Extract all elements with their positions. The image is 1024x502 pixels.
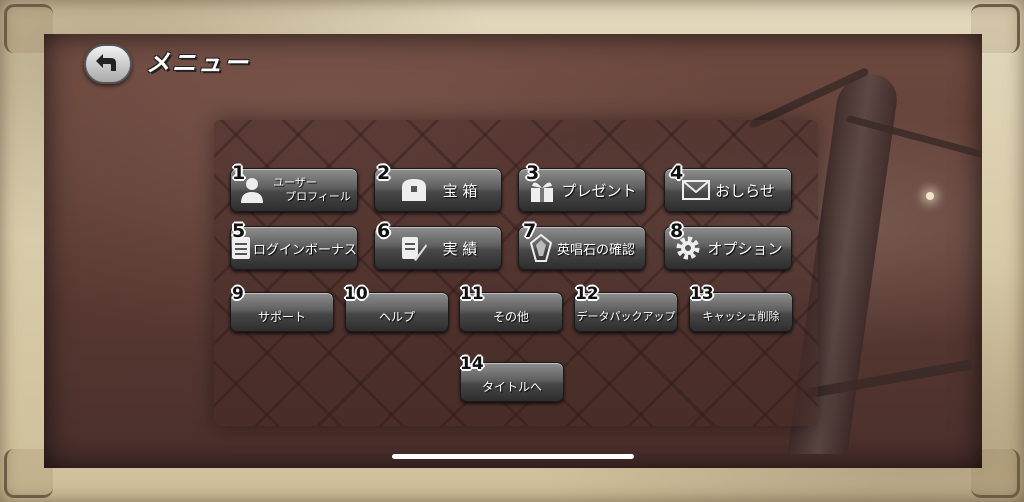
data-backup-label: データパックアップ — [576, 310, 676, 323]
support-button[interactable]: サポート — [230, 292, 334, 332]
back-button[interactable] — [84, 44, 132, 84]
number-badge: 9 — [232, 284, 244, 304]
to-title-label: タイトルへ — [481, 379, 542, 394]
back-arrow-icon — [96, 54, 116, 71]
achievements-button[interactable]: 実 績 — [374, 226, 502, 270]
login-bonus-button[interactable]: ログインボーナス — [230, 226, 358, 270]
number-badge: 10 — [344, 284, 368, 304]
number-badge: 6 — [377, 220, 391, 242]
cache-clear-label: キャッシュ削除 — [702, 310, 780, 323]
user-profile-button[interactable]: ユーザー プロフィール — [230, 168, 358, 212]
quill-document-icon — [399, 233, 429, 263]
user-profile-label-line1: ユーザー — [273, 176, 317, 189]
number-badge: 4 — [670, 162, 684, 184]
number-badge: 1 — [232, 162, 246, 184]
number-badge: 8 — [670, 220, 684, 242]
number-badge: 13 — [690, 284, 714, 304]
options-label: オプション — [707, 239, 783, 258]
treasure-box-button[interactable]: 宝 箱 — [374, 168, 502, 212]
number-badge: 14 — [460, 354, 484, 374]
treasure-box-label: 宝 箱 — [442, 181, 478, 200]
home-indicator[interactable] — [392, 454, 634, 459]
number-badge: 7 — [523, 220, 537, 242]
treasure-chest-icon — [399, 175, 429, 205]
glowing-light — [926, 192, 934, 200]
crystal-check-label: 英唱石の確認 — [556, 242, 635, 258]
number-badge: 5 — [232, 220, 246, 242]
help-label: ヘルプ — [378, 309, 415, 324]
number-badge: 11 — [460, 284, 484, 304]
number-badge: 3 — [526, 162, 540, 184]
envelope-icon — [681, 175, 711, 205]
page-title: メニュー — [146, 49, 250, 77]
present-label: プレゼント — [561, 181, 637, 200]
support-label: サポート — [257, 309, 306, 324]
crystal-check-button[interactable]: 英唱石の確認 — [518, 226, 646, 270]
other-label: その他 — [492, 309, 529, 324]
user-profile-label-line2: プロフィール — [285, 190, 351, 203]
login-bonus-label: ログインボーナス — [253, 242, 358, 258]
number-badge: 12 — [575, 284, 599, 304]
notice-label: おしらせ — [715, 181, 775, 200]
number-badge: 2 — [377, 162, 391, 184]
achievements-label: 実 績 — [442, 239, 478, 258]
